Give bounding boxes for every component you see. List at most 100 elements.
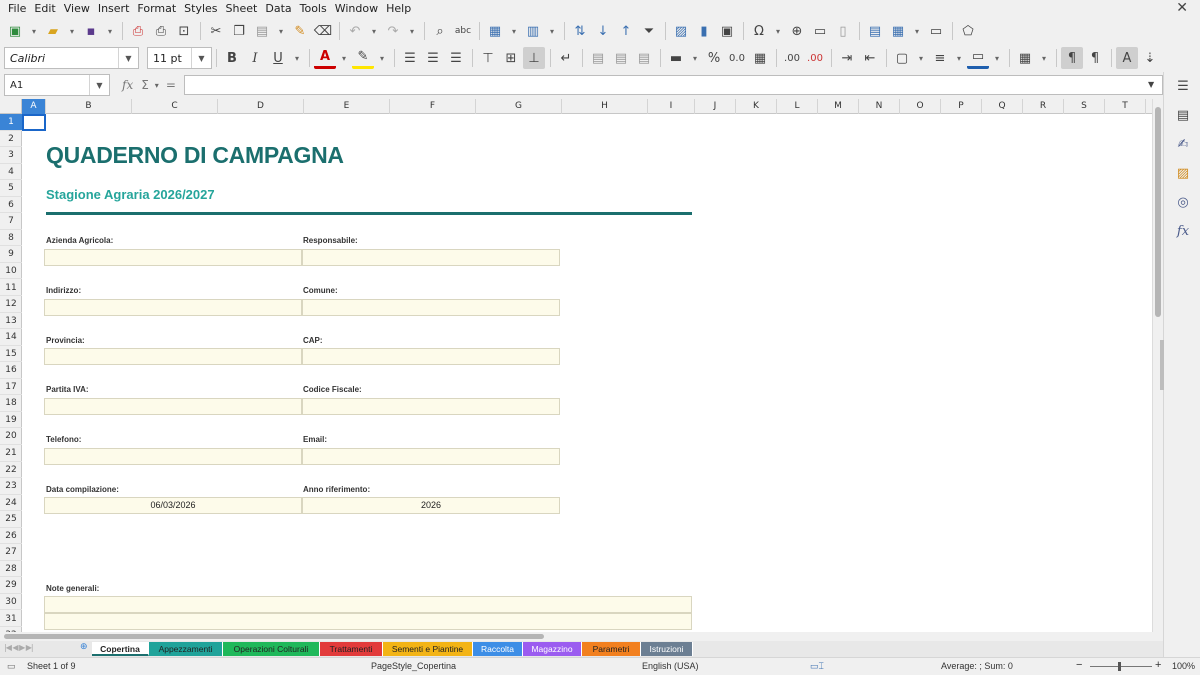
row-header-12[interactable]: 12 [0,296,22,313]
row-header-4[interactable]: 4 [0,164,22,181]
menu-view[interactable]: View [60,0,94,17]
conditional-format-icon[interactable]: ▦ [1014,47,1036,69]
row-header-31[interactable]: 31 [0,611,22,627]
row-header-18[interactable]: 18 [0,395,22,412]
row-header-29[interactable]: 29 [0,577,22,594]
row-header-13[interactable]: 13 [0,313,22,330]
column-header-t[interactable]: T [1105,99,1146,114]
open-folder-icon[interactable]: ▰ [42,20,64,42]
column-header-g[interactable]: G [476,99,562,114]
column-header-a[interactable]: A [22,99,46,114]
field-responsabile[interactable] [302,249,560,266]
tab-copertina[interactable]: Copertina [92,642,149,656]
borders-dropdown-icon[interactable]: ▾ [914,47,928,69]
close-document-icon[interactable]: ✕ [1176,0,1188,17]
add-decimal-button[interactable]: .00 [781,47,803,69]
formula-input[interactable] [183,75,1163,95]
field-anno-riferimento[interactable]: 2026 [302,497,560,514]
row-header-20[interactable]: 20 [0,428,22,445]
zoom-level[interactable]: 100% [1172,661,1195,671]
currency-dropdown-icon[interactable]: ▾ [688,47,702,69]
align-top-icon[interactable]: ⊤ [477,47,499,69]
clone-formatting-icon[interactable]: ✎ [289,20,311,42]
paste-icon[interactable]: ▤ [251,20,273,42]
column-dropdown-icon[interactable]: ▾ [545,20,559,42]
selection-summary[interactable]: Average: ; Sum: 0 [941,661,1013,671]
column-header-m[interactable]: M [818,99,859,114]
zoom-slider-handle[interactable] [1118,662,1121,671]
merge-center-icon[interactable]: ▤ [587,47,609,69]
chevron-down-icon[interactable]: ▼ [118,48,138,68]
tab-raccolta[interactable]: Raccolta [473,642,523,656]
paste-dropdown-icon[interactable]: ▾ [274,20,288,42]
menu-insert[interactable]: Insert [94,0,134,17]
tab-navigation-arrows-icon[interactable]: |◀ ◀ ▶ ▶| [4,643,34,652]
properties-icon[interactable]: ▤ [1174,106,1192,124]
hamburger-menu-icon[interactable]: ☰ [1174,77,1192,95]
font-color-dropdown-icon[interactable]: ▾ [337,47,351,69]
tab-trattamenti[interactable]: Trattamenti [320,642,383,656]
open-dropdown-icon[interactable]: ▾ [65,20,79,42]
cell-area[interactable]: QUADERNO DI CAMPAGNA Stagione Agraria 20… [22,114,1152,632]
row-header-28[interactable]: 28 [0,561,22,578]
spreadsheet-grid[interactable]: ABCDEFGHIJKLMNOPQRST 1 2 3 4 5 6 7 8 9 10 11 12 13 14… [0,99,1163,632]
zoom-out-button[interactable]: − [1076,659,1082,671]
sidebar-grip[interactable] [1160,340,1164,390]
column-header-i[interactable]: I [648,99,695,114]
menu-edit[interactable]: Edit [30,0,59,17]
row-dropdown-icon[interactable]: ▾ [507,20,521,42]
column-header-j[interactable]: J [695,99,736,114]
bold-button[interactable]: B [221,47,243,69]
column-header-p[interactable]: P [941,99,982,114]
navigator-icon[interactable]: ◎ [1174,193,1192,211]
spelling-icon[interactable]: abc [452,20,474,42]
align-middle-icon[interactable]: ⊞ [500,47,522,69]
font-size-combobox[interactable]: 11 pt ▼ [147,47,212,69]
row-header-14[interactable]: 14 [0,329,22,346]
row-header-2[interactable]: 2 [0,131,22,148]
copy-icon[interactable]: ❐ [228,20,250,42]
menu-tools[interactable]: Tools [296,0,331,17]
export-pdf-icon[interactable]: ⎙ [127,20,149,42]
selection-mode-icon[interactable]: ▭⌶ [810,661,824,672]
tab-magazzino[interactable]: Magazzino [523,642,582,656]
row-header-30[interactable]: 30 [0,594,22,611]
menu-format[interactable]: Format [133,0,180,17]
row-header-8[interactable]: 8 [0,230,22,247]
tab-istruzioni[interactable]: Istruzioni [641,642,693,656]
field-email[interactable] [302,448,560,465]
print-icon[interactable]: ⎙ [150,20,172,42]
align-left-icon[interactable]: ☰ [399,47,421,69]
row-header-1[interactable]: 1 [0,114,22,131]
field-provincia[interactable] [44,348,302,365]
align-center-icon[interactable]: ☰ [422,47,444,69]
row-header-7[interactable]: 7 [0,213,22,230]
right-to-left-icon[interactable]: ¶ [1084,47,1106,69]
underline-dropdown-icon[interactable]: ▾ [290,47,304,69]
freeze-rows-columns-icon[interactable]: ▦ [887,20,909,42]
column-header-r[interactable]: R [1023,99,1064,114]
horizontal-scrollbar[interactable] [0,632,1163,641]
special-character-icon[interactable]: Ω [748,20,770,42]
border-style-icon[interactable]: ≡ [929,47,951,69]
row-header-21[interactable]: 21 [0,445,22,462]
conditional-dropdown-icon[interactable]: ▾ [1037,47,1051,69]
redo-icon[interactable]: ↷ [382,20,404,42]
unmerge-cells-icon[interactable]: ▤ [633,47,655,69]
field-note-generali-1[interactable] [44,596,692,613]
sort-ascending-icon[interactable]: ↓ [592,20,614,42]
font-color-icon[interactable]: A [314,47,336,69]
zoom-slider[interactable] [1090,666,1152,667]
chevron-down-icon[interactable]: ▼ [191,48,211,68]
font-name-combobox[interactable]: Calibri ▼ [4,47,139,69]
column-header-b[interactable]: B [46,99,132,114]
special-character-dropdown-icon[interactable]: ▾ [771,20,785,42]
menu-sheet[interactable]: Sheet [222,0,262,17]
sort-icon[interactable]: ⇅ [569,20,591,42]
language-indicator[interactable]: English (USA) [642,661,699,671]
field-data-compilazione[interactable]: 06/03/2026 [44,497,302,514]
row-header-27[interactable]: 27 [0,544,22,561]
column-header-d[interactable]: D [218,99,304,114]
row-header-9[interactable]: 9 [0,246,22,263]
find-replace-icon[interactable]: ⌕ [429,20,451,42]
